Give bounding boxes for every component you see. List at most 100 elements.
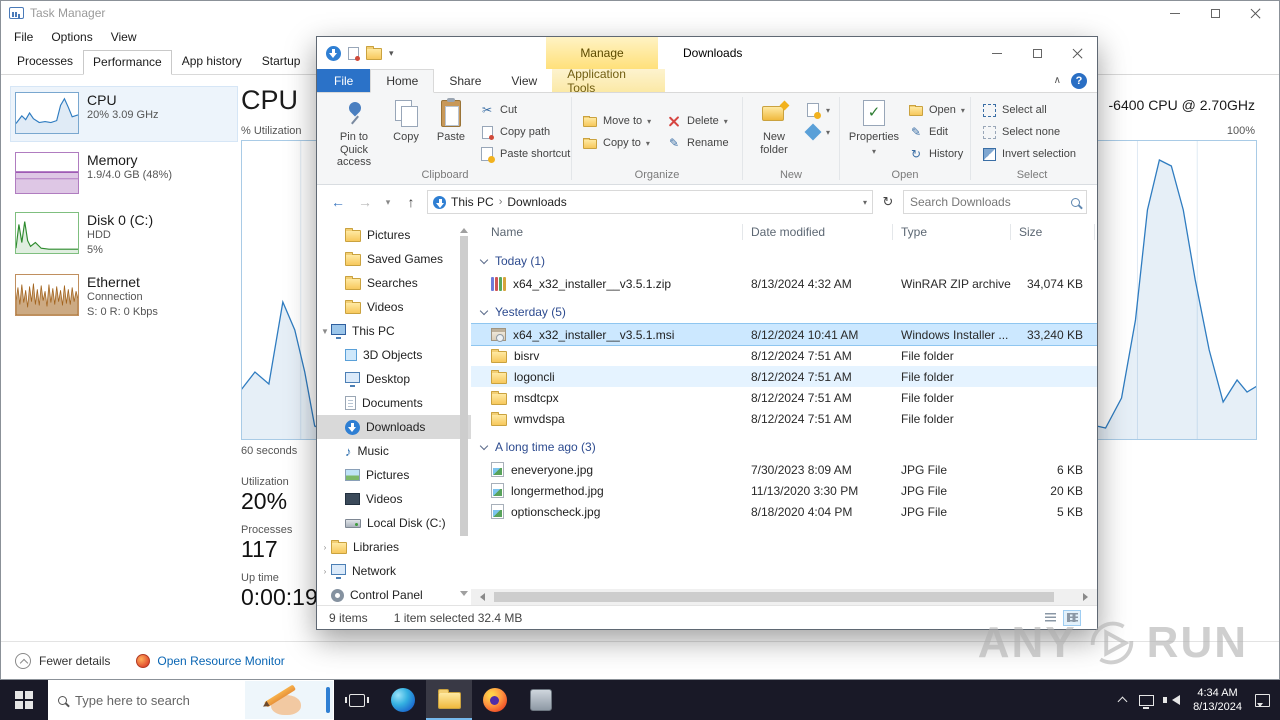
menu-view[interactable]: View (102, 27, 146, 47)
file-row-folder-logoncli[interactable]: logoncli 8/12/2024 7:51 AM File folder (471, 366, 1097, 387)
fewer-details-button[interactable]: Fewer details (15, 652, 110, 669)
expander-closed-icon[interactable]: › (320, 567, 330, 576)
qat-properties-icon[interactable] (348, 46, 360, 61)
open-button[interactable]: Open ▾ (903, 99, 965, 121)
select-all-button[interactable]: Select all (976, 99, 1088, 121)
breadcrumb-downloads[interactable]: Downloads (507, 195, 566, 209)
nav-item-videos-quickaccess[interactable]: Videos (317, 295, 471, 319)
file-row-zip[interactable]: x64_x32_installer__v3.5.1.zip 8/13/2024 … (471, 273, 1097, 294)
qat-new-folder-icon[interactable] (366, 46, 382, 60)
edit-button[interactable]: ✎ Edit (903, 121, 965, 143)
list-view-toggle[interactable] (1041, 610, 1059, 626)
tab-share[interactable]: Share (434, 69, 496, 92)
group-header-yesterday[interactable]: Yesterday (5) (471, 300, 1097, 324)
nav-item-videos[interactable]: Videos (317, 487, 471, 511)
up-button[interactable]: ↑ (400, 194, 422, 210)
firefox-browser-button[interactable] (472, 680, 518, 720)
paste-button[interactable]: Paste (428, 95, 474, 169)
manage-ribbon-label[interactable]: Manage (546, 37, 658, 69)
details-view-toggle[interactable] (1063, 609, 1081, 626)
menu-file[interactable]: File (5, 27, 42, 47)
edge-browser-button[interactable] (380, 680, 426, 720)
nav-item-searches[interactable]: Searches (317, 271, 471, 295)
explorer-search-input[interactable] (910, 195, 1071, 209)
tab-application-tools[interactable]: Application Tools (552, 67, 666, 95)
history-button[interactable]: ↻ History (903, 143, 965, 165)
pinned-app-button[interactable] (518, 680, 564, 720)
action-center-icon[interactable] (1255, 693, 1270, 707)
file-row-folder-msdtcpx[interactable]: msdtcpx 8/12/2024 7:51 AM File folder (471, 387, 1097, 408)
speaker-icon[interactable] (1163, 695, 1181, 705)
new-item-button[interactable]: ▾ (800, 99, 834, 121)
start-button[interactable] (0, 680, 48, 720)
scroll-down-icon[interactable] (460, 591, 468, 600)
forward-button[interactable]: → (354, 194, 376, 210)
perf-item-cpu[interactable]: CPU 20% 3.09 GHz (10, 86, 238, 142)
nav-item-documents[interactable]: Documents (317, 391, 471, 415)
ribbon-collapse-icon[interactable]: ∧ (1054, 75, 1061, 86)
nav-item-music[interactable]: ♪ Music (317, 439, 471, 463)
file-row-folder-wmvdspa[interactable]: wmvdspa 8/12/2024 7:51 AM File folder (471, 408, 1097, 429)
file-row-folder-bisrv[interactable]: bisrv 8/12/2024 7:51 AM File folder (471, 345, 1097, 366)
scrollbar-thumb[interactable] (494, 592, 1054, 602)
group-header-today[interactable]: Today (1) (471, 249, 1097, 273)
nav-item-this-pc[interactable]: ▼ This PC (317, 319, 471, 343)
nav-scrollbar[interactable] (458, 221, 470, 603)
scroll-right-icon[interactable] (1083, 593, 1092, 601)
tm-minimize-button[interactable] (1155, 1, 1195, 25)
tab-app-history[interactable]: App history (172, 49, 252, 74)
new-folder-button[interactable]: New folder (748, 95, 800, 169)
column-header-size[interactable]: Size (1011, 224, 1095, 240)
perf-item-ethernet[interactable]: Ethernet Connection S: 0 R: 0 Kbps (11, 269, 237, 325)
scroll-left-icon[interactable] (476, 593, 485, 601)
copy-button[interactable]: Copy (384, 95, 428, 169)
nav-item-3d-objects[interactable]: 3D Objects (317, 343, 471, 367)
explorer-close-button[interactable] (1057, 37, 1097, 69)
easy-access-button[interactable]: ▾ (800, 121, 834, 143)
select-none-button[interactable]: Select none (976, 121, 1088, 143)
open-resource-monitor-link[interactable]: Open Resource Monitor (136, 653, 285, 668)
tm-maximize-button[interactable] (1195, 1, 1235, 25)
horizontal-scrollbar[interactable] (471, 589, 1097, 605)
breadcrumb[interactable]: This PC › Downloads ▾ (427, 190, 873, 214)
column-header-type[interactable]: Type (893, 224, 1011, 240)
qat-customize-dropdown-icon[interactable]: ▾ (389, 48, 394, 58)
delete-button[interactable]: Delete ▾ (661, 110, 737, 132)
taskbar-clock[interactable]: 4:34 AM 8/13/2024 (1193, 686, 1242, 715)
nav-item-control-panel[interactable]: Control Panel (317, 583, 471, 605)
explorer-maximize-button[interactable] (1017, 37, 1057, 69)
properties-button[interactable]: ✓ Properties ▾ (845, 95, 903, 169)
recent-locations-dropdown-icon[interactable]: ▾ (381, 197, 395, 208)
taskbar-search-box[interactable] (48, 680, 334, 720)
scroll-up-icon[interactable] (460, 224, 468, 233)
file-row-jpg-optionscheck[interactable]: optionscheck.jpg 8/18/2020 4:04 PM JPG F… (471, 501, 1097, 522)
cut-button[interactable]: ✂ Cut (474, 99, 566, 121)
nav-item-downloads[interactable]: Downloads (317, 415, 471, 439)
tab-home[interactable]: Home (370, 69, 435, 93)
expander-closed-icon[interactable]: › (320, 543, 330, 552)
invert-selection-button[interactable]: Invert selection (976, 143, 1088, 165)
move-to-button[interactable]: Move to ▾ (577, 110, 661, 132)
tab-file-menu[interactable]: File (317, 69, 371, 92)
nav-item-saved-games[interactable]: Saved Games (317, 247, 471, 271)
rename-button[interactable]: ✎ Rename (661, 132, 737, 154)
nav-item-desktop[interactable]: Desktop (317, 367, 471, 391)
nav-item-pictures[interactable]: Pictures (317, 463, 471, 487)
nav-item-pictures-quickaccess[interactable]: Pictures (317, 223, 471, 247)
explorer-search-box[interactable] (903, 190, 1087, 214)
breadcrumb-this-pc[interactable]: This PC (451, 195, 494, 209)
perf-item-memory[interactable]: Memory 1.9/4.0 GB (48%) (11, 147, 237, 201)
show-hidden-icons-chevron[interactable] (1117, 696, 1128, 707)
tab-view[interactable]: View (496, 69, 552, 92)
help-icon[interactable]: ? (1071, 72, 1087, 89)
copy-path-button[interactable]: Copy path (474, 121, 566, 143)
tab-startup[interactable]: Startup (252, 49, 311, 74)
perf-item-disk[interactable]: Disk 0 (C:) HDD 5% (11, 207, 237, 263)
refresh-button[interactable]: ↻ (878, 194, 898, 210)
copy-to-button[interactable]: Copy to ▾ (577, 132, 661, 154)
explorer-minimize-button[interactable] (977, 37, 1017, 69)
network-icon[interactable] (1139, 694, 1155, 709)
column-header-name[interactable]: Name (471, 224, 743, 240)
file-row-jpg-longermethod[interactable]: longermethod.jpg 11/13/2020 3:30 PM JPG … (471, 480, 1097, 501)
nav-item-libraries[interactable]: › Libraries (317, 535, 471, 559)
